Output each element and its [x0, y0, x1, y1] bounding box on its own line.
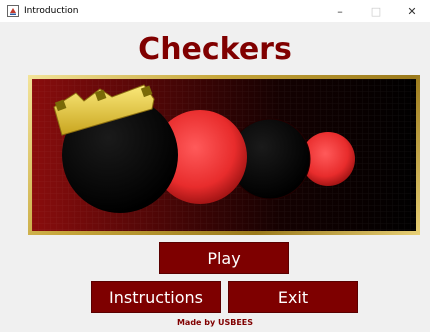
- banner-image: [32, 79, 416, 231]
- maximize-button[interactable]: □: [358, 0, 394, 22]
- play-button[interactable]: Play: [159, 242, 289, 274]
- exit-button[interactable]: Exit: [228, 281, 358, 313]
- window-title: Introduction: [24, 6, 79, 16]
- banner-frame: [28, 75, 420, 235]
- java-app-icon: [7, 5, 19, 17]
- credit-text: Made by USBEES: [176, 318, 254, 327]
- instructions-button[interactable]: Instructions: [91, 281, 221, 313]
- close-button[interactable]: ✕: [394, 0, 430, 22]
- game-title: Checkers: [138, 32, 292, 67]
- minimize-button[interactable]: –: [322, 0, 358, 22]
- window-titlebar: Introduction – □ ✕: [0, 0, 430, 22]
